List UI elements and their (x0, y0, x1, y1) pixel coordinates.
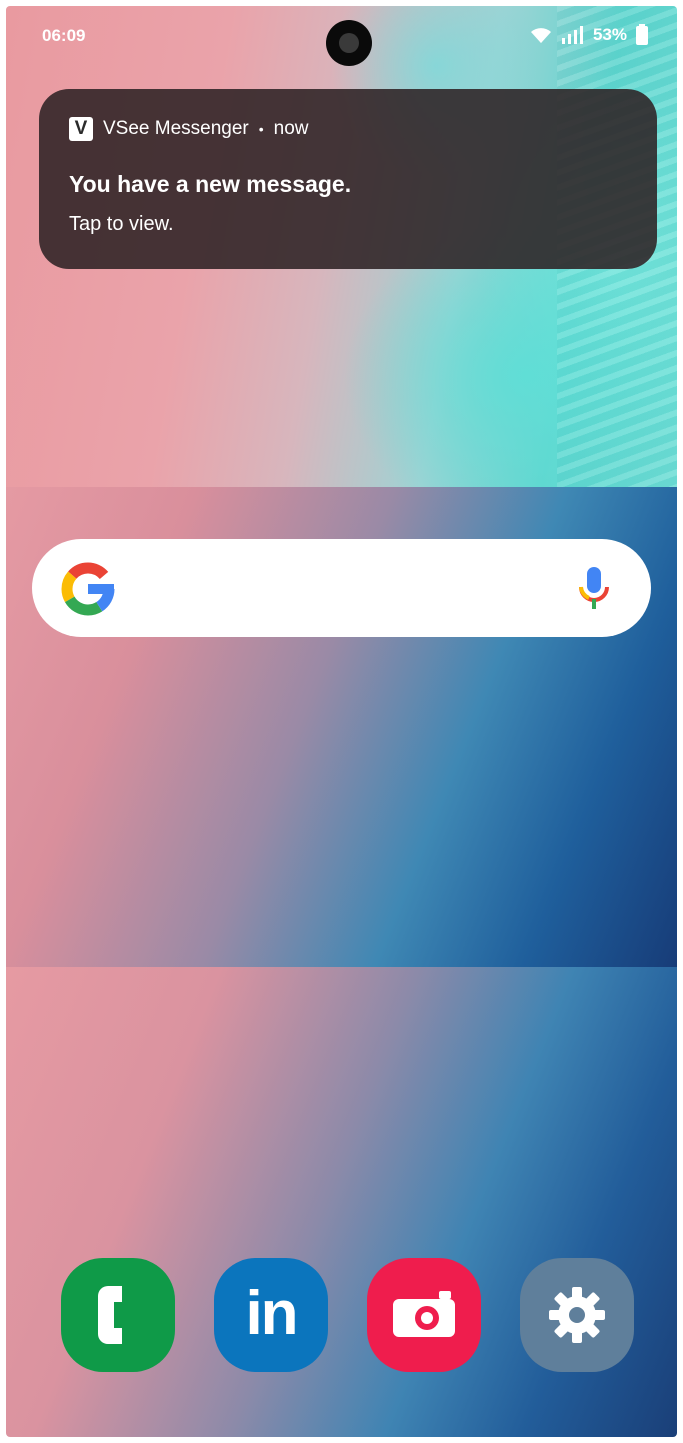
google-g-icon[interactable] (58, 559, 118, 619)
notification-header: V VSee Messenger • now (69, 117, 309, 141)
wifi-icon (530, 28, 551, 43)
notification-title: You have a new message. (69, 171, 352, 197)
notification-app-name: VSee Messenger (103, 118, 249, 139)
phone-app[interactable] (61, 1258, 175, 1372)
google-search-bar[interactable] (32, 539, 651, 637)
notification-body: Tap to view. (69, 213, 174, 235)
linkedin-app[interactable]: in (214, 1258, 328, 1372)
camera-app[interactable] (367, 1258, 481, 1372)
microphone-icon[interactable] (577, 565, 611, 613)
notification-separator: • (258, 121, 264, 137)
signal-icon (561, 26, 583, 44)
linkedin-icon: in (245, 1278, 298, 1348)
vsee-app-icon: V (69, 117, 93, 141)
phone-icon (98, 1286, 122, 1344)
clock: 06:09 (42, 26, 86, 45)
notification-card[interactable]: V VSee Messenger • now You have a new me… (39, 89, 657, 269)
status-bar[interactable]: 06:09 53% (6, 6, 677, 66)
home-screen: 06:09 53% V VSee Messenger • now You hav… (6, 6, 677, 1437)
notification-time: now (273, 118, 309, 139)
status-icons: 53% (529, 24, 649, 46)
camera-icon (393, 1291, 455, 1337)
battery-icon (636, 24, 648, 45)
battery-percent: 53% (592, 25, 627, 44)
settings-app[interactable] (520, 1258, 634, 1372)
gear-icon (549, 1287, 605, 1343)
front-camera (326, 20, 372, 66)
